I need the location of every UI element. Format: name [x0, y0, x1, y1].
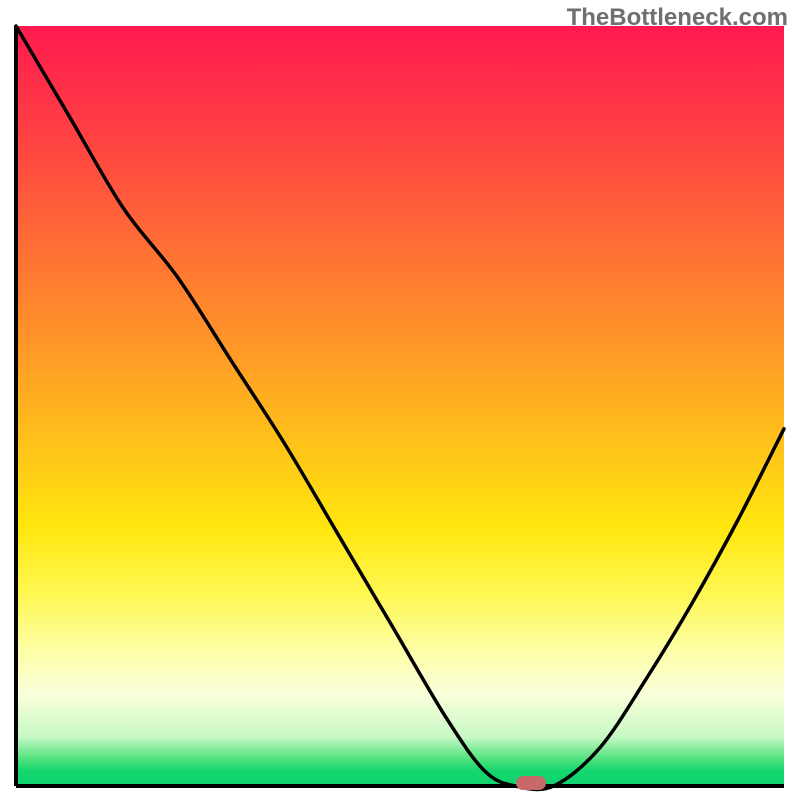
chart-container: TheBottleneck.com [0, 0, 800, 800]
minimum-marker [516, 776, 546, 790]
plot-area [16, 26, 784, 786]
bottleneck-curve [16, 26, 784, 789]
chart-svg [16, 26, 784, 786]
watermark-text: TheBottleneck.com [567, 4, 788, 32]
